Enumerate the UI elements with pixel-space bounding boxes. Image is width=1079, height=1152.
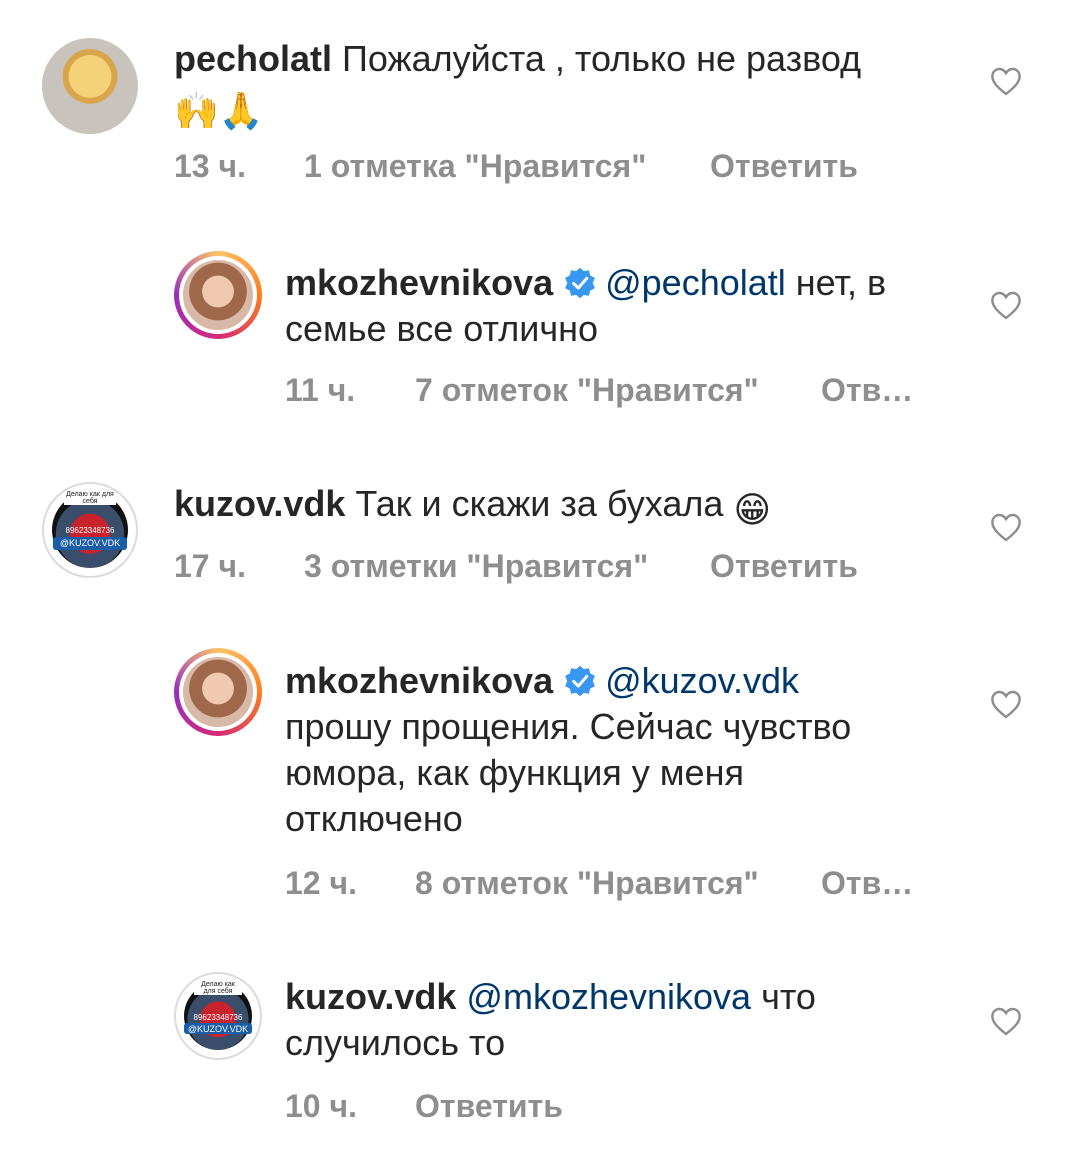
- comment-text: kuzov.vdk @mkozhevnikova что случилось т…: [285, 974, 816, 1066]
- like-heart-icon[interactable]: [989, 1006, 1023, 1036]
- comment-username[interactable]: pecholatl: [174, 38, 332, 79]
- comment-text: kuzov.vdk Так и скажи за бухала 😁: [174, 481, 771, 533]
- reply-button[interactable]: Ответить: [415, 1088, 563, 1125]
- avatar-phone: 89623348736: [193, 1012, 243, 1022]
- verified-badge-icon: [565, 665, 595, 697]
- comment-body: Так и скажи за бухала: [355, 483, 724, 524]
- comment-username[interactable]: kuzov.vdk: [285, 976, 456, 1017]
- likes-count-link[interactable]: 8 отметок "Нравится": [415, 865, 759, 902]
- avatar-caption: Делаю как для себя: [194, 980, 242, 995]
- likes-count-link[interactable]: 7 отметок "Нравится": [415, 372, 759, 409]
- mention-link[interactable]: @mkozhevnikova: [466, 976, 751, 1017]
- comment-body-line: случилось то: [285, 1022, 506, 1063]
- avatar-tag: @KUZOV.VDK: [53, 537, 127, 551]
- comment-body-line: юмора, как функция у меня: [285, 752, 744, 793]
- avatar[interactable]: [174, 648, 262, 736]
- comment-body-line: отключено: [285, 798, 463, 839]
- comment-body-line: прошу прощения. Сейчас чувство: [285, 706, 852, 747]
- comment-text: pecholatl Пожалуйста , только не развод …: [174, 36, 861, 134]
- avatar-phone: 89623348736: [65, 526, 115, 536]
- likes-count-link[interactable]: 3 отметки "Нравится": [304, 548, 648, 585]
- comment-text: mkozhevnikova @kuzov.vdk прошу прощения. …: [285, 658, 851, 842]
- comment-body: нет, в: [785, 262, 887, 303]
- like-heart-icon[interactable]: [989, 290, 1023, 320]
- comment-meta: 12 ч. 8 отметок "Нравится" Отв…: [285, 865, 925, 905]
- comment-body-line: семье все отлично: [285, 308, 598, 349]
- avatar[interactable]: [174, 251, 262, 339]
- comment-time: 12 ч.: [285, 865, 357, 901]
- comment-emoji: 😁: [733, 489, 771, 530]
- comment-username[interactable]: mkozhevnikova: [285, 660, 553, 701]
- like-heart-icon[interactable]: [989, 512, 1023, 542]
- comment-meta: 11 ч. 7 отметок "Нравится" Отв…: [285, 372, 925, 412]
- avatar-tag: @KUZOV.VDK: [184, 1022, 252, 1035]
- likes-count-link[interactable]: 1 отметка "Нравится": [304, 148, 646, 185]
- comment-time: 11 ч.: [285, 372, 356, 408]
- comment-meta: 10 ч. Ответить: [285, 1088, 605, 1128]
- verified-badge-icon: [565, 267, 595, 299]
- comment-time: 17 ч.: [174, 548, 246, 584]
- reply-button[interactable]: Отв…: [821, 372, 913, 409]
- like-heart-icon[interactable]: [989, 66, 1023, 96]
- mention-link[interactable]: @pecholatl: [605, 262, 786, 303]
- comment-username[interactable]: kuzov.vdk: [174, 483, 345, 524]
- reply-button[interactable]: Ответить: [710, 548, 858, 585]
- comment-username[interactable]: mkozhevnikova: [285, 262, 553, 303]
- mention-link[interactable]: @kuzov.vdk: [605, 660, 799, 701]
- reply-button[interactable]: Отв…: [821, 865, 913, 902]
- comment-meta: 17 ч. 3 отметки "Нравится" Ответить: [174, 548, 894, 588]
- reply-button[interactable]: Ответить: [710, 148, 858, 185]
- like-heart-icon[interactable]: [989, 689, 1023, 719]
- comment-text: mkozhevnikova @pecholatl нет, в семье все…: [285, 260, 886, 352]
- comment-meta: 13 ч. 1 отметка "Нравится" Ответить: [174, 148, 894, 188]
- comment-time: 13 ч.: [174, 148, 246, 184]
- comment-body: что: [751, 976, 816, 1017]
- avatar-caption: Делаю как для себя: [64, 491, 116, 506]
- comment-emoji: 🙌🙏: [174, 90, 264, 131]
- avatar[interactable]: [42, 38, 138, 134]
- avatar[interactable]: Делаю как для себя 89623348736 @KUZOV.VD…: [42, 482, 138, 578]
- comment-time: 10 ч.: [285, 1088, 357, 1124]
- comment-body: Пожалуйста , только не развод: [342, 38, 862, 79]
- avatar[interactable]: Делаю как для себя 89623348736 @KUZOV.VD…: [174, 972, 262, 1060]
